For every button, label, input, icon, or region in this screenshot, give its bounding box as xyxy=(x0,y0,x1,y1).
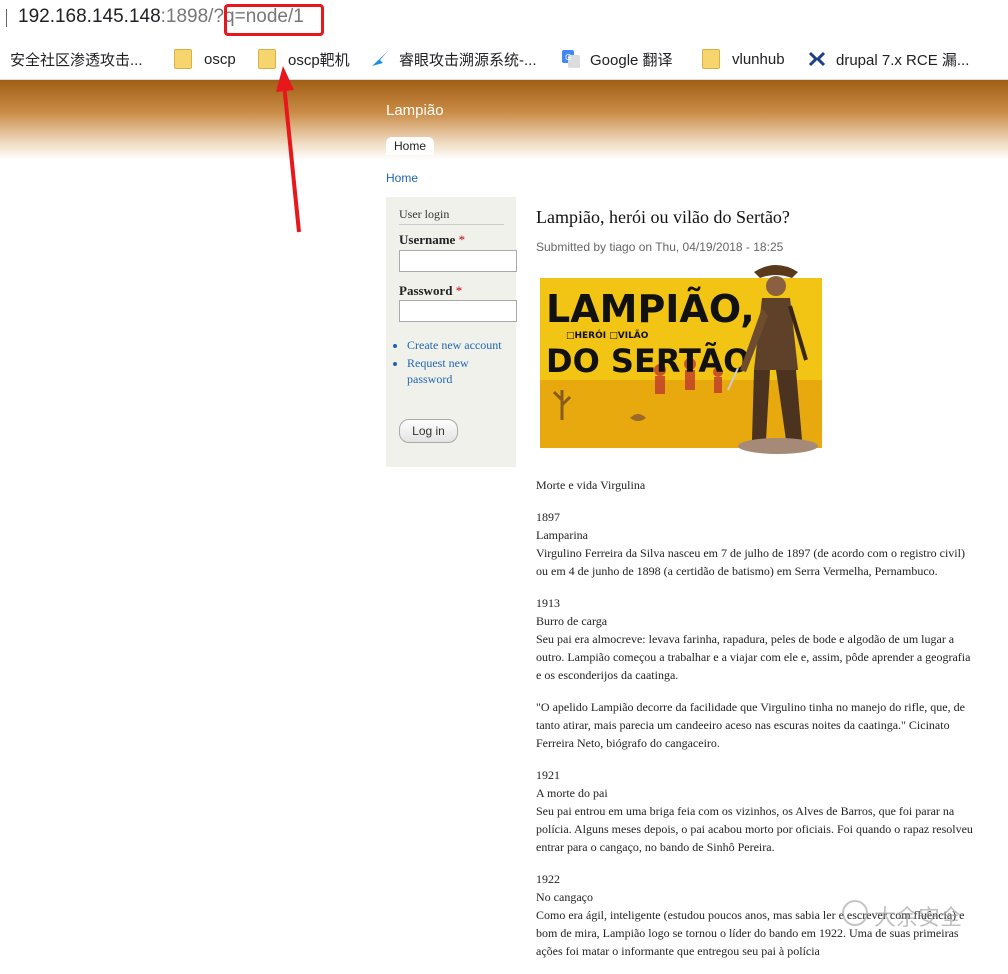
watermark: 大余安全 xyxy=(874,906,963,931)
body-section-4: 1921 A morte do pai Seu pai entrou em um… xyxy=(536,766,976,856)
section-year: 1913 xyxy=(536,596,560,610)
x-icon xyxy=(808,50,826,68)
bookmark-label: oscp靶机 xyxy=(288,51,350,69)
body-section-2: 1913 Burro de carga Seu pai era almocrev… xyxy=(536,594,976,684)
bookmark-security-community[interactable]: 安全社区渗透攻击... xyxy=(10,48,143,70)
bookmark-vlunhub[interactable]: vlunhub xyxy=(702,48,785,70)
login-button[interactable]: Log in xyxy=(399,419,458,443)
password-label: Password * xyxy=(399,283,462,299)
bookmark-ruiyan[interactable]: 睿眼攻击溯源系统-... xyxy=(371,48,537,70)
section-year: 1897 xyxy=(536,510,560,524)
image-subtitle: □HERÓI □VILÃO xyxy=(566,329,649,341)
required-mark: * xyxy=(458,232,466,247)
bookmark-label: drupal 7.x RCE 漏... xyxy=(836,51,970,69)
section-text: Virgulino Ferreira da Silva nasceu em 7 … xyxy=(536,546,965,578)
bookmark-oscp-target[interactable]: oscp靶机 xyxy=(258,48,350,70)
create-account-link[interactable]: Create new account xyxy=(407,337,507,353)
submitted-info: Submitted by tiago on Thu, 04/19/2018 - … xyxy=(536,240,784,254)
section-year: 1921 xyxy=(536,768,560,782)
section-heading: A morte do pai xyxy=(536,786,608,800)
site-name[interactable]: Lampião xyxy=(386,102,444,119)
bookmark-label: Google 翻译 xyxy=(590,51,673,69)
url-highlight-box xyxy=(224,4,324,36)
username-input[interactable] xyxy=(399,250,517,272)
bookmark-drupal-rce[interactable]: drupal 7.x RCE 漏... xyxy=(808,48,969,70)
address-bar[interactable]: 192.168.145.148:1898/?q=node/1 xyxy=(0,0,1008,36)
url-host: 192.168.145.148 xyxy=(18,6,161,27)
username-label: Username * xyxy=(399,232,465,248)
bookmark-google-translate[interactable]: G Google 翻译 xyxy=(562,48,673,70)
bookmark-label: oscp xyxy=(204,50,236,68)
image-title-2: DO SERTÃO xyxy=(546,342,750,380)
body-quote: "O apelido Lampião decorre da facilidade… xyxy=(536,698,976,752)
folder-icon xyxy=(702,49,720,69)
folder-icon xyxy=(258,49,276,69)
tab-home[interactable]: Home xyxy=(386,137,435,155)
bookmarks-bar: 安全社区渗透攻击... oscp oscp靶机 睿眼攻击溯源系统-... G G… xyxy=(0,38,1008,80)
breadcrumb[interactable]: Home xyxy=(386,171,418,185)
required-mark: * xyxy=(455,283,463,298)
username-label-text: Username xyxy=(399,232,456,247)
section-heading: Burro de carga xyxy=(536,614,608,628)
user-login-block: User login Username * Password * Create … xyxy=(386,197,517,467)
section-heading: No cangaço xyxy=(536,890,593,904)
translate-icon: G xyxy=(562,50,580,68)
login-links: Create new account Request new password xyxy=(391,337,507,389)
section-text: "O apelido Lampião decorre da facilidade… xyxy=(536,700,965,750)
block-title: User login xyxy=(399,207,504,225)
body-intro: Morte e vida Virgulina xyxy=(536,478,646,492)
bird-icon xyxy=(371,50,389,68)
bookmark-label: 安全社区渗透攻击... xyxy=(10,51,143,69)
site-header xyxy=(0,80,1008,160)
section-text: Seu pai entrou em uma briga feia com os … xyxy=(536,804,973,854)
image-title: LAMPIÃO, xyxy=(546,287,755,331)
bookmark-label: 睿眼攻击溯源系统-... xyxy=(399,51,537,69)
section-heading: Lamparina xyxy=(536,528,588,542)
folder-icon xyxy=(174,49,192,69)
watermark-icon xyxy=(842,900,868,926)
section-year: 1922 xyxy=(536,872,560,886)
body-section-1: 1897 Lamparina Virgulino Ferreira da Sil… xyxy=(536,508,976,580)
node-title[interactable]: Lampião, herói ou vilão do Sertão? xyxy=(536,207,790,228)
bookmark-oscp[interactable]: oscp xyxy=(174,48,236,70)
password-input[interactable] xyxy=(399,300,517,322)
password-label-text: Password xyxy=(399,283,453,298)
svg-text:G: G xyxy=(565,53,571,62)
text-caret xyxy=(6,9,7,27)
article-image: LAMPIÃO, □HERÓI □VILÃO DO SERTÃO xyxy=(540,260,836,460)
bookmark-label: vlunhub xyxy=(732,50,785,68)
section-text: Seu pai era almocreve: levava farinha, r… xyxy=(536,632,971,682)
request-password-link[interactable]: Request new password xyxy=(407,355,507,387)
